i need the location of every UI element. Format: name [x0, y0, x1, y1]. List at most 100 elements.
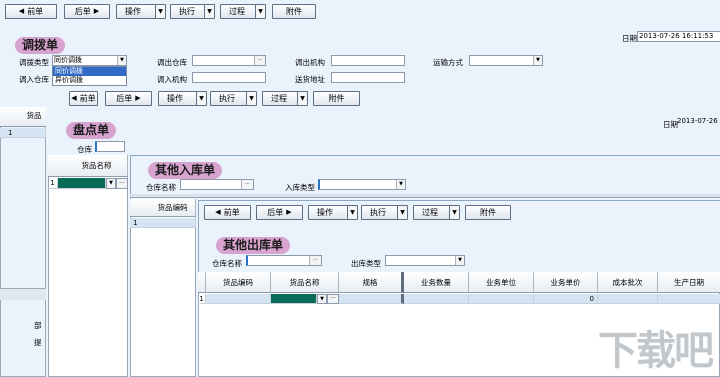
pandian-date-field[interactable]: 2013-07-26: [676, 117, 720, 128]
pandian-next-button[interactable]: 后单 ▶: [105, 91, 152, 106]
option-same-price[interactable]: 同价调拨: [53, 67, 126, 76]
col-goods-name[interactable]: 货品名称: [271, 272, 339, 293]
dropdown-icon[interactable]: ▼: [255, 5, 265, 18]
qita-out-next-button[interactable]: 后单 ▶: [256, 205, 303, 220]
goods-code-cell[interactable]: [206, 294, 271, 304]
col-goods-code[interactable]: 货品编码: [206, 272, 271, 293]
more-icon[interactable]: ···: [254, 56, 265, 65]
next-button[interactable]: 后单 ▶: [64, 4, 110, 19]
pandian-process-button[interactable]: 过程 ▼: [262, 91, 308, 106]
delivery-address-label: 送货地址: [295, 75, 325, 84]
row-number: 1: [198, 294, 206, 304]
pandian-prev-button[interactable]: ◀ 前单: [69, 91, 98, 106]
col-spec[interactable]: 规格: [339, 272, 404, 293]
qita-out-prev-button[interactable]: ◀ 前单: [204, 205, 251, 220]
watermark-logo: 下载吧: [598, 328, 714, 374]
pandian-execute-button[interactable]: 执行 ▼: [210, 91, 257, 106]
shipping-method-select[interactable]: ▼: [469, 55, 543, 66]
out-org-label: 调出机构: [295, 58, 325, 67]
arrow-right-icon: ▶: [135, 94, 141, 102]
dropdown-icon[interactable]: ▼: [449, 206, 459, 219]
more-icon[interactable]: ···: [309, 256, 321, 265]
goods-name-cell[interactable]: [58, 178, 106, 189]
transfer-type-label: 调拨类型: [19, 58, 49, 67]
dropdown-icon[interactable]: ▼: [297, 92, 307, 105]
cost-batch-cell[interactable]: [598, 294, 658, 304]
background-row[interactable]: 1: [0, 128, 46, 138]
process-label: 过程: [271, 94, 287, 103]
chevron-down-icon[interactable]: ▼: [117, 56, 126, 65]
more-icon[interactable]: ···: [241, 180, 253, 189]
process-label: 过程: [229, 7, 245, 16]
next-label: 后单: [267, 208, 284, 217]
chevron-down-icon[interactable]: ▼: [396, 180, 405, 189]
date-field[interactable]: 2013-07-26 16:11:53: [637, 31, 720, 42]
goods-name-cell[interactable]: [271, 294, 317, 304]
qita-out-warehouse-select[interactable]: ···: [246, 255, 322, 266]
attach-label: 附件: [328, 94, 345, 103]
qita-out-operate-button[interactable]: 操作 ▼: [308, 205, 358, 220]
prev-label: 前单: [79, 94, 96, 103]
dropdown-icon[interactable]: ▼: [155, 5, 165, 18]
col-qty[interactable]: 业务数量: [404, 272, 469, 293]
col-price[interactable]: 业务单价: [534, 272, 598, 293]
delivery-address-field[interactable]: [331, 72, 405, 83]
transfer-type-value: 同价调拨: [54, 56, 82, 64]
qita-out-attach-button[interactable]: 附件: [465, 205, 511, 220]
chevron-down-icon[interactable]: ▼: [533, 56, 542, 65]
qita-in-warehouse-select[interactable]: ···: [180, 179, 254, 190]
col-cost-batch[interactable]: 成本批次: [598, 272, 658, 293]
chevron-down-icon[interactable]: ▼: [455, 256, 464, 265]
operate-button[interactable]: 操作 ▼: [116, 4, 166, 19]
dropdown-icon[interactable]: ▼: [246, 92, 256, 105]
execute-button[interactable]: 执行 ▼: [170, 4, 215, 19]
qita-out-type-select[interactable]: ▼: [385, 255, 465, 266]
price-cell[interactable]: 0: [534, 294, 598, 304]
out-org-field[interactable]: [331, 55, 405, 66]
background-scrollbar[interactable]: [0, 288, 46, 300]
in-org-field[interactable]: [192, 72, 266, 83]
qita-in-row[interactable]: 1: [130, 218, 196, 228]
dropdown-icon[interactable]: ▼: [397, 206, 407, 219]
col-goods-name: 货品名称: [81, 161, 112, 170]
transfer-type-dropdown[interactable]: 同价调拨 异价调拨: [52, 66, 127, 86]
operate-label: 操作: [167, 94, 183, 103]
pandian-operate-button[interactable]: 操作 ▼: [158, 91, 207, 106]
qita-out-execute-button[interactable]: 执行 ▼: [361, 205, 408, 220]
qita-out-type-label: 出库类型: [351, 259, 381, 268]
transfer-type-select[interactable]: 同价调拨 ▼: [52, 55, 127, 66]
process-button[interactable]: 过程 ▼: [220, 4, 266, 19]
next-label: 后单: [116, 94, 133, 103]
more-icon[interactable]: ···: [116, 178, 128, 189]
operate-label: 操作: [125, 7, 141, 16]
out-warehouse-select[interactable]: ···: [192, 55, 266, 66]
arrow-left-icon: ◀: [71, 94, 77, 102]
pandian-attach-button[interactable]: 附件: [313, 91, 360, 106]
dropdown-icon[interactable]: ▼: [204, 5, 214, 18]
pandian-warehouse-field[interactable]: [95, 141, 125, 152]
qita-in-type-select[interactable]: ▼: [318, 179, 406, 190]
option-diff-price[interactable]: 异价调拨: [53, 76, 126, 85]
execute-label: 执行: [370, 208, 386, 217]
qty-cell[interactable]: [404, 294, 469, 304]
col-prod-date[interactable]: 生产日期: [658, 272, 720, 293]
chevron-down-icon[interactable]: ▼: [317, 294, 327, 304]
chevron-down-icon[interactable]: ▼: [106, 178, 116, 189]
prod-date-cell[interactable]: [658, 294, 720, 304]
qita-out-process-button[interactable]: 过程 ▼: [413, 205, 460, 220]
dropdown-icon[interactable]: ▼: [196, 92, 206, 105]
prev-label: 前单: [223, 208, 240, 217]
shipping-method-label: 运输方式: [433, 58, 463, 67]
out-warehouse-label: 调出仓库: [157, 58, 187, 67]
unit-cell[interactable]: [469, 294, 534, 304]
spec-cell[interactable]: [339, 294, 404, 304]
prev-button[interactable]: ◀ 前单: [5, 4, 57, 19]
qita-in-warehouse-label: 仓库名称: [146, 183, 176, 192]
row-number: 1: [8, 129, 13, 137]
attach-button[interactable]: 附件: [272, 4, 316, 19]
background-label-b: 提: [34, 338, 42, 347]
more-icon[interactable]: ···: [327, 294, 339, 304]
dropdown-icon[interactable]: ▼: [347, 206, 357, 219]
pandian-grid-header: 货品名称: [48, 155, 128, 177]
col-unit[interactable]: 业务单位: [469, 272, 534, 293]
